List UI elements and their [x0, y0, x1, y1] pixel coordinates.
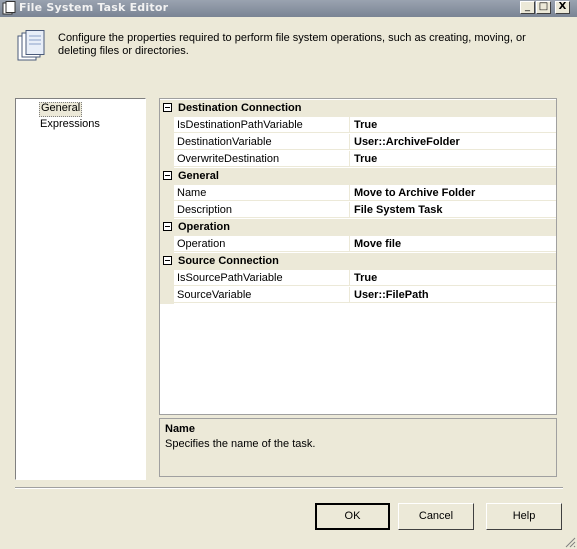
- task-app-icon: [2, 1, 16, 15]
- property-value[interactable]: File System Task: [350, 202, 556, 218]
- property-row[interactable]: DestinationVariable User::ArchiveFolder: [160, 134, 556, 151]
- file-system-task-icon: [17, 30, 45, 61]
- property-name: Operation: [174, 236, 350, 252]
- property-row[interactable]: Operation Move file: [160, 236, 556, 253]
- cancel-button[interactable]: Cancel: [398, 503, 474, 530]
- property-row[interactable]: IsSourcePathVariable True: [160, 270, 556, 287]
- property-name: Name: [174, 185, 350, 201]
- row-gutter: [160, 236, 174, 253]
- minimize-button[interactable]: _: [520, 1, 535, 14]
- property-row[interactable]: IsDestinationPathVariable True: [160, 117, 556, 134]
- property-row-selected[interactable]: Name Move to Archive Folder: [160, 185, 556, 202]
- property-name: Description: [174, 202, 350, 218]
- row-gutter: [160, 270, 174, 287]
- category-label: Destination Connection: [178, 102, 302, 114]
- page-item-expressions[interactable]: Expressions: [39, 118, 101, 131]
- category-general: General: [160, 168, 556, 185]
- property-name: IsDestinationPathVariable: [174, 117, 350, 133]
- page-list: General Expressions: [15, 98, 146, 480]
- property-value[interactable]: User::ArchiveFolder: [350, 134, 556, 150]
- property-value[interactable]: True: [350, 117, 556, 133]
- page-item-general[interactable]: General: [39, 102, 83, 117]
- header-description: Configure the properties required to per…: [58, 32, 526, 57]
- close-button[interactable]: X: [555, 1, 570, 14]
- category-source-connection: Source Connection: [160, 253, 556, 270]
- row-gutter: [160, 134, 174, 151]
- row-gutter: [160, 117, 174, 134]
- row-gutter: [160, 185, 174, 202]
- property-value[interactable]: Move file: [350, 236, 556, 252]
- category-operation: Operation: [160, 219, 556, 236]
- maximize-button[interactable]: □: [536, 1, 551, 14]
- property-value[interactable]: Move to Archive Folder: [350, 185, 556, 201]
- ok-button[interactable]: OK: [315, 503, 390, 530]
- category-destination-connection: Destination Connection: [160, 100, 556, 117]
- row-gutter: [160, 287, 174, 304]
- window-title: File System Task Editor: [19, 1, 169, 14]
- file-system-task-editor-window: File System Task Editor _ □ X Configure …: [0, 0, 577, 549]
- property-value[interactable]: True: [350, 151, 556, 167]
- category-label: Source Connection: [178, 255, 279, 267]
- property-value[interactable]: True: [350, 270, 556, 286]
- property-description-panel: Name Specifies the name of the task.: [159, 418, 557, 477]
- row-gutter: [160, 202, 174, 219]
- help-button[interactable]: Help: [486, 503, 562, 530]
- property-name: SourceVariable: [174, 287, 350, 303]
- category-label: Operation: [178, 221, 230, 233]
- collapse-icon[interactable]: [163, 222, 172, 231]
- property-row[interactable]: OverwriteDestination True: [160, 151, 556, 168]
- property-row[interactable]: Description File System Task: [160, 202, 556, 219]
- category-label: General: [178, 170, 219, 182]
- property-row[interactable]: SourceVariable User::FilePath: [160, 287, 556, 304]
- property-name: IsSourcePathVariable: [174, 270, 350, 286]
- collapse-icon[interactable]: [163, 256, 172, 265]
- collapse-icon[interactable]: [163, 171, 172, 180]
- description-title: Name: [165, 423, 195, 435]
- description-text: Specifies the name of the task.: [165, 438, 316, 450]
- title-bar[interactable]: File System Task Editor _ □ X: [0, 0, 577, 17]
- property-name: OverwriteDestination: [174, 151, 350, 167]
- property-grid: Destination Connection IsDestinationPath…: [159, 98, 557, 415]
- resize-grip-icon[interactable]: [564, 536, 576, 548]
- property-name: DestinationVariable: [174, 134, 350, 150]
- row-gutter: [160, 151, 174, 168]
- property-value[interactable]: User::FilePath: [350, 287, 556, 303]
- separator-line: [15, 487, 563, 489]
- collapse-icon[interactable]: [163, 103, 172, 112]
